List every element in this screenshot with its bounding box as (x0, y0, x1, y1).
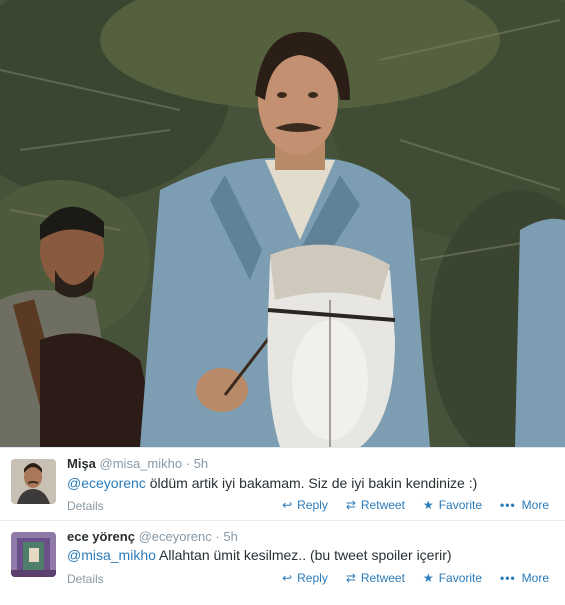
separator: · (215, 529, 220, 544)
display-name[interactable]: Mişa (67, 456, 96, 471)
retweet-label: Retweet (360, 571, 405, 585)
photo-scene (0, 0, 565, 447)
timestamp[interactable]: 5h (223, 529, 237, 544)
favorite-label: Favorite (438, 498, 483, 512)
tweet: Mişa @misa_mikho · 5h @eceyorenc öldüm a… (0, 447, 565, 520)
user-handle[interactable]: @eceyorenc (139, 529, 212, 544)
more-button[interactable]: ••• More (500, 571, 549, 585)
avatar[interactable] (11, 459, 56, 504)
user-handle[interactable]: @misa_mikho (100, 456, 183, 471)
tweet-header: Mişa @misa_mikho · 5h (67, 456, 208, 471)
tweet-text: @misa_mikho Allahtan ümit kesilmez.. (bu… (67, 547, 452, 563)
avatar[interactable] (11, 532, 56, 577)
more-label: More (521, 498, 549, 512)
reply-label: Reply (297, 571, 328, 585)
favorite-button[interactable]: ★ Favorite (423, 498, 482, 512)
mention-link[interactable]: @misa_mikho (67, 547, 156, 563)
avatar-image-icon (11, 459, 56, 504)
reply-icon: ↩ (282, 571, 293, 585)
mention-link[interactable]: @eceyorenc (67, 475, 146, 491)
more-button[interactable]: ••• More (500, 498, 549, 512)
tweet: ece yörenç @eceyorenc · 5h @misa_mikho A… (0, 520, 565, 605)
reply-label: Reply (297, 498, 328, 512)
tweet-photo[interactable] (0, 0, 565, 447)
more-dots-icon: ••• (500, 571, 516, 585)
avatar-image-icon (11, 532, 56, 577)
retweet-icon: ⇄ (345, 498, 356, 512)
tweet-body: Allahtan ümit kesilmez.. (bu tweet spoil… (155, 547, 452, 563)
tweet-actions: ↩ Reply ⇄ Retweet ★ Favorite ••• More (264, 498, 549, 512)
more-label: More (521, 571, 549, 585)
retweet-label: Retweet (360, 498, 405, 512)
reply-button[interactable]: ↩ Reply (282, 498, 328, 512)
favorite-label: Favorite (438, 571, 483, 585)
separator: · (185, 456, 191, 471)
display-name[interactable]: ece yörenç (67, 529, 135, 544)
timestamp[interactable]: 5h (194, 456, 208, 471)
retweet-button[interactable]: ⇄ Retweet (346, 571, 405, 585)
details-link[interactable]: Details (67, 572, 104, 586)
reply-icon: ↩ (282, 498, 293, 512)
retweet-icon: ⇄ (345, 571, 356, 585)
tweet-actions: ↩ Reply ⇄ Retweet ★ Favorite ••• More (264, 571, 549, 585)
favorite-button[interactable]: ★ Favorite (423, 571, 482, 585)
details-link[interactable]: Details (67, 499, 104, 513)
reply-button[interactable]: ↩ Reply (282, 571, 328, 585)
tweet-header: ece yörenç @eceyorenc · 5h (67, 529, 238, 544)
star-icon: ★ (422, 498, 434, 512)
more-dots-icon: ••• (500, 498, 516, 512)
tweet-text: @eceyorenc öldüm artik iyi bakamam. Siz … (67, 475, 477, 491)
tweet-body: öldüm artik iyi bakamam. Siz de iyi baki… (145, 475, 478, 491)
retweet-button[interactable]: ⇄ Retweet (346, 498, 405, 512)
star-icon: ★ (422, 571, 434, 585)
